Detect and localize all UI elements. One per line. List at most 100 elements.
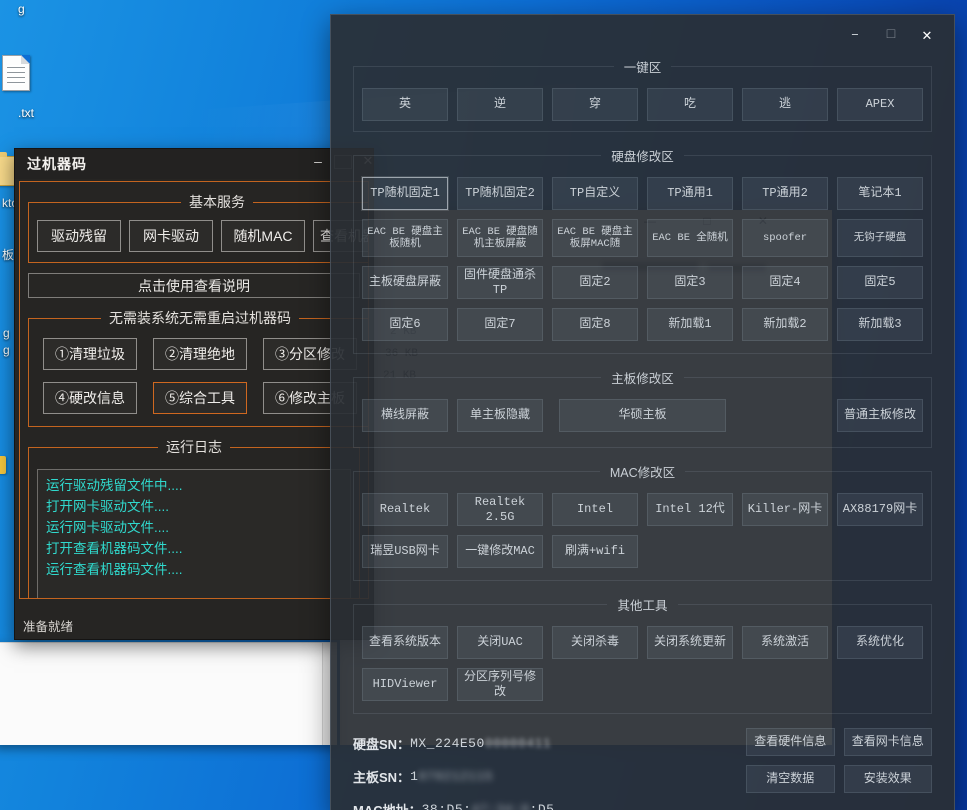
group-title: 无需装系统无需重启过机器码 — [101, 308, 299, 328]
disable-antivirus-button[interactable]: 关闭杀毒 — [552, 626, 638, 659]
realtek-25g-button[interactable]: Realtek 2.5G — [457, 493, 543, 526]
fixed8-button[interactable]: 固定8 — [552, 308, 638, 341]
minimize-button[interactable]: – — [844, 25, 866, 45]
firmware-disk-tp-button[interactable]: 固件硬盘通杀TP — [457, 266, 543, 299]
hidviewer-button[interactable]: HIDViewer — [362, 668, 448, 701]
desktop-icon-label[interactable]: 板 — [2, 246, 14, 263]
oneclick-ying-button[interactable]: 英 — [362, 88, 448, 121]
notebook1-button[interactable]: 笔记本1 — [837, 177, 923, 210]
run-log-box[interactable]: 运行驱动残留文件中.... 打开网卡驱动文件.... 运行网卡驱动文件.... … — [37, 469, 351, 599]
asus-board-button[interactable]: 华硕主板 — [559, 399, 726, 432]
newload3-button[interactable]: 新加载3 — [837, 308, 923, 341]
oneclick-modify-mac-button[interactable]: 一键修改MAC — [457, 535, 543, 568]
single-board-hide-button[interactable]: 单主板隐藏 — [457, 399, 543, 432]
fixed5-button[interactable]: 固定5 — [837, 266, 923, 299]
oneclick-chuan-button[interactable]: 穿 — [552, 88, 638, 121]
group-oneclick: 一键区 英 逆 穿 吃 逃 APEX — [353, 57, 932, 132]
system-optimize-button[interactable]: 系统优化 — [837, 626, 923, 659]
group-title: 硬盘修改区 — [601, 146, 684, 165]
tp-random-fixed2-button[interactable]: TP随机固定2 — [457, 177, 543, 210]
group-basic-services: 基本服务 驱动残留 网卡驱动 随机MAC 查看机器码 — [28, 192, 369, 263]
fixed4-button[interactable]: 固定4 — [742, 266, 828, 299]
disk-sn-value: MX_224E50 — [410, 736, 485, 751]
oneclick-apex-button[interactable]: APEX — [837, 88, 923, 121]
newload2-button[interactable]: 新加载2 — [742, 308, 828, 341]
fixed6-button[interactable]: 固定6 — [362, 308, 448, 341]
desktop-icon[interactable] — [0, 456, 6, 474]
eac-be-disk-board-random-button[interactable]: EAC BE 硬盘主板随机 — [362, 219, 448, 257]
mac-address-row: MAC地址： 38:D5: 47:34:8 :D5 — [353, 800, 746, 810]
clean-pubg-button[interactable]: ②清理绝地 — [153, 338, 247, 370]
text-file-label[interactable]: .txt — [18, 106, 34, 120]
realtek-usb-nic-button[interactable]: 瑞昱USB网卡 — [362, 535, 448, 568]
board-sn-label: 主板SN： — [353, 767, 410, 786]
group-disk-modify: 硬盘修改区 TP随机固定1 TP随机固定2 TP自定义 TP通用1 TP通用2 … — [353, 146, 932, 354]
left-window-controls: – ✕ — [15, 153, 373, 175]
clean-junk-button[interactable]: ①清理垃圾 — [43, 338, 137, 370]
oneclick-chi-button[interactable]: 吃 — [647, 88, 733, 121]
spoofer-button[interactable]: spoofer — [742, 219, 828, 257]
left-window-body: 基本服务 驱动残留 网卡驱动 随机MAC 查看机器码 点击使用查看说明 无需装系… — [19, 181, 369, 599]
combined-tools-button[interactable]: ⑤综合工具 — [153, 382, 247, 414]
nic-driver-button[interactable]: 网卡驱动 — [129, 220, 213, 252]
tp-random-fixed1-button[interactable]: TP随机固定1 — [362, 177, 448, 210]
eac-be-disk-board-mac-random-button[interactable]: EAC BE 硬盘主板屏MAC随 — [552, 219, 638, 257]
newload1-button[interactable]: 新加载1 — [647, 308, 733, 341]
partition-serial-modify-button[interactable]: 分区序列号修改 — [457, 668, 543, 701]
eac-be-all-random-button[interactable]: EAC BE 全随机 — [647, 219, 733, 257]
status-bar: 准备就绪 — [23, 616, 73, 635]
mac-address-redacted: 47:34:8 — [471, 802, 529, 810]
oneclick-tao-button[interactable]: 逃 — [742, 88, 828, 121]
minimize-button[interactable]: – — [307, 153, 329, 169]
hard-modify-info-button[interactable]: ④硬改信息 — [43, 382, 137, 414]
board-disk-hide-button[interactable]: 主板硬盘屏蔽 — [362, 266, 448, 299]
oneclick-ni-button[interactable]: 逆 — [457, 88, 543, 121]
no-hook-disk-button[interactable]: 无钩子硬盘 — [837, 219, 923, 257]
left-window-titlebar[interactable]: 过机器码 – ✕ — [15, 149, 373, 179]
clear-data-button[interactable]: 清空数据 — [746, 765, 835, 793]
log-line: 运行网卡驱动文件.... — [46, 517, 342, 538]
view-nic-info-button[interactable]: 查看网卡信息 — [844, 728, 933, 756]
disable-update-button[interactable]: 关闭系统更新 — [647, 626, 733, 659]
window-toolbox: – □ ✕ 一键区 英 逆 穿 吃 逃 APEX 硬盘修改区 TP随机固定1 T… — [330, 14, 955, 810]
group-title: 主板修改区 — [601, 368, 684, 387]
flash-wifi-button[interactable]: 刷满+wifi — [552, 535, 638, 568]
right-window-titlebar[interactable]: – □ ✕ — [331, 15, 954, 57]
random-mac-button[interactable]: 随机MAC — [221, 220, 305, 252]
normal-board-modify-button[interactable]: 普通主板修改 — [837, 399, 923, 432]
window-guojiqima: 过机器码 – ✕ 基本服务 驱动残留 网卡驱动 随机MAC 查看机器码 点击使用… — [14, 148, 374, 640]
desktop-icon-label[interactable]: g — [18, 2, 25, 16]
maximize-button[interactable]: □ — [880, 25, 902, 45]
ax88179-nic-button[interactable]: AX88179网卡 — [837, 493, 923, 526]
eac-be-disk-random-board-hide-button[interactable]: EAC BE 硬盘随机主板屏蔽 — [457, 219, 543, 257]
realtek-button[interactable]: Realtek — [362, 493, 448, 526]
fixed3-button[interactable]: 固定3 — [647, 266, 733, 299]
intel-button[interactable]: Intel — [552, 493, 638, 526]
install-effect-button[interactable]: 安装效果 — [844, 765, 933, 793]
desktop-icon-label[interactable]: g — [3, 326, 10, 340]
desktop-icon-label[interactable]: g — [3, 343, 10, 357]
view-system-version-button[interactable]: 查看系统版本 — [362, 626, 448, 659]
fixed2-button[interactable]: 固定2 — [552, 266, 638, 299]
log-line: 运行驱动残留文件中.... — [46, 475, 342, 496]
mac-address-label: MAC地址： — [353, 800, 422, 810]
intel-12gen-button[interactable]: Intel 12代 — [647, 493, 733, 526]
group-title: 基本服务 — [181, 192, 253, 212]
tp-general1-button[interactable]: TP通用1 — [647, 177, 733, 210]
line-hide-button[interactable]: 横线屏蔽 — [362, 399, 448, 432]
group-title: 其他工具 — [607, 595, 677, 614]
tp-custom-button[interactable]: TP自定义 — [552, 177, 638, 210]
fixed7-button[interactable]: 固定7 — [457, 308, 543, 341]
view-hardware-info-button[interactable]: 查看硬件信息 — [746, 728, 835, 756]
disk-sn-redacted: 00000411 — [485, 736, 551, 751]
killer-nic-button[interactable]: Killer-网卡 — [742, 493, 828, 526]
system-activate-button[interactable]: 系统激活 — [742, 626, 828, 659]
group-title: MAC修改区 — [600, 462, 685, 481]
driver-residue-button[interactable]: 驱动残留 — [37, 220, 121, 252]
close-button[interactable]: ✕ — [916, 25, 938, 45]
text-file-icon[interactable] — [2, 55, 30, 91]
disable-uac-button[interactable]: 关闭UAC — [457, 626, 543, 659]
tp-general2-button[interactable]: TP通用2 — [742, 177, 828, 210]
group-board-modify: 主板修改区 横线屏蔽 单主板隐藏 华硕主板 普通主板修改 — [353, 368, 932, 448]
usage-help-button[interactable]: 点击使用查看说明 — [28, 273, 360, 298]
